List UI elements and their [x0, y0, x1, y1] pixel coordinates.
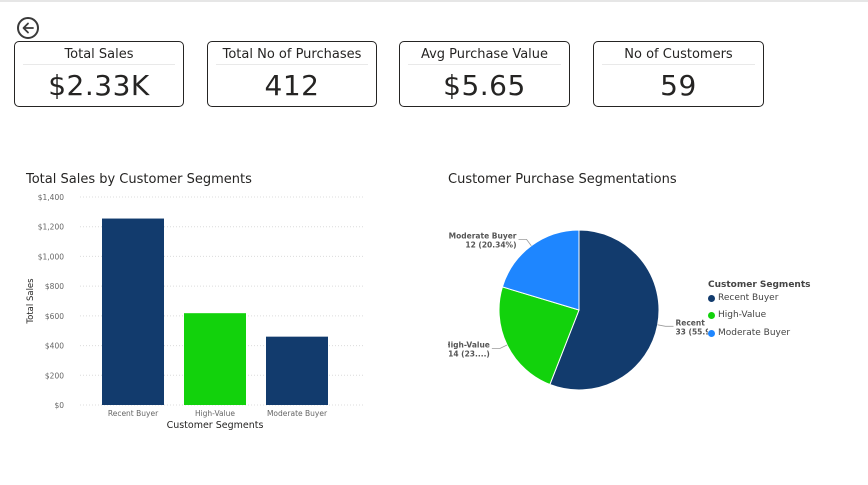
slice-label-value: 14 (23....) [448, 349, 490, 358]
y-tick-label: $200 [45, 371, 64, 380]
pie-chart: Moderate Buyer12 (20.34%) High-Value14 (2… [448, 229, 708, 391]
kpi-divider [408, 64, 561, 65]
x-tick-label: High-Value [195, 409, 235, 418]
slice-label-value: 12 (20.34%) [465, 240, 516, 249]
y-tick-label: $1,400 [38, 193, 64, 202]
y-tick-label: $600 [45, 312, 64, 321]
kpi-value: $2.33K [48, 69, 150, 102]
legend-item-high-value[interactable]: High-Value [708, 310, 766, 320]
kpi-title: No of Customers [624, 47, 733, 62]
legend-item-recent-buyer[interactable]: Recent Buyer [708, 293, 778, 303]
arrow-left-icon [22, 22, 34, 34]
back-button[interactable] [17, 17, 39, 39]
slice-label-name: Moderate Buyer [449, 231, 517, 240]
legend-title: Customer Segments [708, 280, 811, 290]
y-tick-label: $0 [54, 401, 64, 410]
leader-line [491, 344, 508, 349]
legend-dot [708, 294, 715, 302]
slice-label-name: Recent Buyer [675, 318, 708, 327]
kpi-value: 412 [264, 69, 320, 102]
kpi-value: $5.65 [443, 69, 526, 102]
legend-item-moderate-buyer[interactable]: Moderate Buyer [708, 328, 790, 338]
leader-line [518, 238, 532, 247]
legend-dot [708, 329, 715, 337]
kpi-card-total-sales: Total Sales $2.33K [14, 41, 184, 107]
kpi-title: Total Sales [64, 47, 134, 62]
slice-label-value: 33 (55.93%) [675, 327, 708, 336]
y-tick-label: $400 [45, 342, 64, 351]
legend-label: High-Value [718, 310, 767, 320]
y-tick-label: $1,000 [38, 252, 64, 261]
kpi-divider [216, 64, 368, 65]
y-tick-label: $1,200 [38, 223, 64, 232]
y-axis-title: Total Sales [26, 278, 36, 325]
bar [266, 336, 328, 405]
bar [102, 218, 164, 405]
top-divider [0, 0, 868, 2]
bar-chart-title: Total Sales by Customer Segments [26, 172, 252, 187]
y-tick-label: $800 [45, 282, 64, 291]
x-tick-label: Moderate Buyer [267, 409, 328, 418]
bar [184, 313, 246, 405]
kpi-card-customers: No of Customers 59 [593, 41, 764, 107]
kpi-title: Avg Purchase Value [420, 47, 549, 62]
legend-label: Recent Buyer [718, 293, 779, 303]
kpi-card-avg-purchase-value: Avg Purchase Value $5.65 [399, 41, 570, 107]
pie-chart-title: Customer Purchase Segmentations [448, 172, 677, 187]
legend-label: Moderate Buyer [718, 328, 791, 338]
bar-chart: $0 $200 $400 $600 $800 $1,000 $1,200 $1,400 Rece… [26, 193, 365, 431]
x-tick-label: Recent Buyer [108, 409, 159, 418]
kpi-card-total-purchases: Total No of Purchases 412 [207, 41, 377, 107]
x-axis-title: Customer Segments [167, 420, 264, 431]
slice-label-name: High-Value [448, 340, 490, 349]
legend-dot [708, 311, 715, 319]
kpi-divider [23, 64, 175, 65]
kpi-divider [602, 64, 755, 65]
leader-line [657, 324, 674, 327]
kpi-value: 59 [660, 69, 697, 102]
kpi-title: Total No of Purchases [222, 47, 362, 62]
